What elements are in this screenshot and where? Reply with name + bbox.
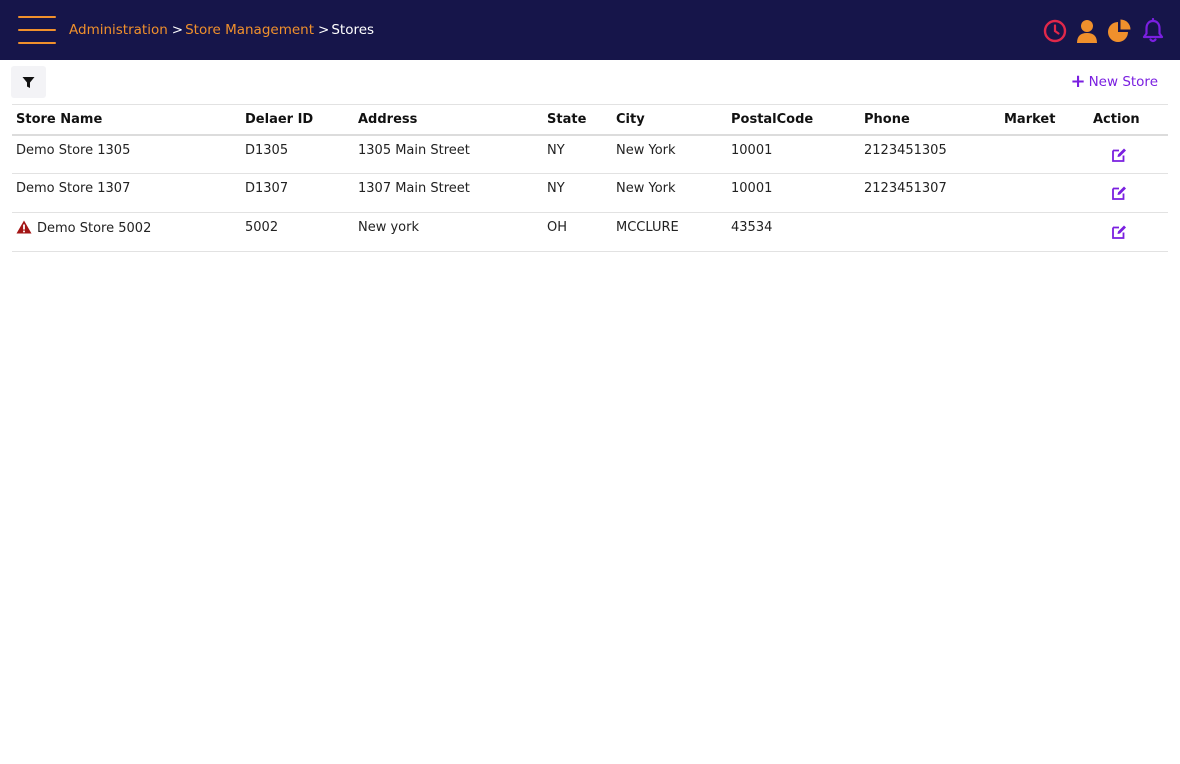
cell-market xyxy=(1000,213,1089,252)
user-icon[interactable] xyxy=(1074,18,1100,44)
store-name: Demo Store 1305 xyxy=(16,142,131,158)
store-name: Demo Store 5002 xyxy=(37,221,152,236)
plus-icon: + xyxy=(1070,71,1086,92)
cell-address: 1307 Main Street xyxy=(358,181,470,196)
cell-city: New York xyxy=(616,142,676,158)
cell-store-name: Demo Store 1305 xyxy=(12,135,241,174)
top-bar: Administration > Store Management > Stor… xyxy=(0,0,1180,60)
breadcrumb-current: Stores xyxy=(331,22,375,38)
cell-address: 1305 Main Street xyxy=(358,142,470,158)
history-icon[interactable] xyxy=(1042,18,1068,44)
table-header-row: Store Name Delaer ID Address State City … xyxy=(12,104,1168,135)
warning-icon xyxy=(16,220,32,234)
cell-store-name: Demo Store 1307 xyxy=(12,174,241,213)
cell-address: New york xyxy=(358,220,420,235)
cell-dealer-id: 5002 xyxy=(245,220,279,235)
pie-chart-icon[interactable] xyxy=(1106,18,1132,44)
column-header-city[interactable]: City xyxy=(612,105,727,135)
cell-state: OH xyxy=(547,220,568,235)
cell-phone: 2123451305 xyxy=(864,142,947,158)
menu-icon[interactable] xyxy=(18,16,56,44)
cell-action xyxy=(1089,213,1168,252)
column-header-store-name[interactable]: Store Name xyxy=(12,105,241,135)
cell-action xyxy=(1089,174,1168,213)
cell-market xyxy=(1000,135,1089,174)
column-header-postal-code[interactable]: PostalCode xyxy=(727,105,860,135)
cell-phone xyxy=(860,213,1000,252)
store-name: Demo Store 1307 xyxy=(16,181,131,196)
breadcrumb-administration[interactable]: Administration xyxy=(69,22,168,38)
cell-city: New York xyxy=(616,181,676,196)
column-header-market[interactable]: Market xyxy=(1000,105,1089,135)
new-store-button[interactable]: + New Store xyxy=(1070,72,1158,92)
column-header-state[interactable]: State xyxy=(543,105,612,135)
cell-postal-code: 10001 xyxy=(731,181,773,196)
table-row: Demo Store 1307 D1307 1307 Main Street N… xyxy=(12,174,1168,213)
edit-icon[interactable] xyxy=(1111,185,1127,201)
cell-postal-code: 10001 xyxy=(731,142,773,158)
cell-postal-code: 43534 xyxy=(731,220,773,235)
header-icons xyxy=(1042,18,1166,44)
new-store-label: New Store xyxy=(1088,74,1158,90)
breadcrumb-separator: > xyxy=(171,22,184,38)
cell-store-name: Demo Store 5002 xyxy=(12,213,241,252)
edit-icon[interactable] xyxy=(1111,147,1127,163)
table-row: Demo Store 5002 5002 New york OH MCCLURE… xyxy=(12,213,1168,252)
cell-phone: 2123451307 xyxy=(864,181,947,196)
cell-state: NY xyxy=(547,142,565,158)
cell-market xyxy=(1000,174,1089,213)
cell-city: MCCLURE xyxy=(616,220,679,235)
filter-button[interactable] xyxy=(11,66,46,98)
edit-icon[interactable] xyxy=(1111,224,1127,240)
cell-action xyxy=(1089,135,1168,174)
breadcrumb-separator: > xyxy=(318,22,330,38)
column-header-dealer-id[interactable]: Delaer ID xyxy=(241,105,354,135)
cell-dealer-id: D1307 xyxy=(245,181,289,196)
bell-icon[interactable] xyxy=(1140,18,1166,44)
column-header-action: Action xyxy=(1093,111,1140,127)
breadcrumb-store-management[interactable]: Store Management xyxy=(185,22,314,38)
cell-dealer-id: D1305 xyxy=(245,142,289,158)
breadcrumb: Administration > Store Management > Stor… xyxy=(69,21,374,39)
stores-table: Store Name Delaer ID Address State City … xyxy=(12,104,1168,252)
cell-state: NY xyxy=(547,181,565,196)
table-row: Demo Store 1305 D1305 1305 Main Street N… xyxy=(12,135,1168,174)
filter-icon xyxy=(22,76,35,88)
column-header-address[interactable]: Address xyxy=(354,105,543,135)
column-header-phone[interactable]: Phone xyxy=(860,105,1000,135)
